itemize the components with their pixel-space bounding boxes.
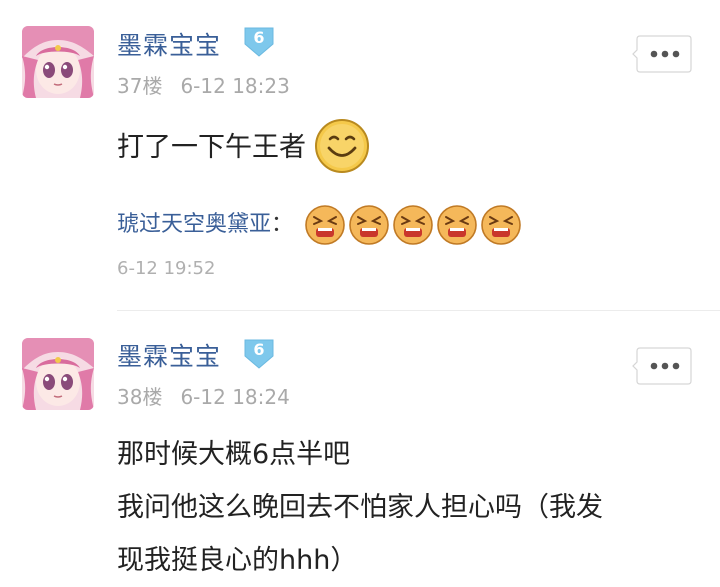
post-meta: 37楼 6-12 18:23 <box>117 70 290 99</box>
username[interactable]: 墨霖宝宝 <box>117 26 221 62</box>
username[interactable]: 墨霖宝宝 <box>117 337 221 373</box>
content-line: 我问他这么晚回去不怕家人担心吗（我发 <box>117 492 603 523</box>
level-badge: 6 <box>242 26 276 57</box>
content-line: 那时候大概6点半吧 <box>117 439 351 470</box>
content-line: 现我挺良心的hhh） <box>117 545 358 576</box>
avatar[interactable] <box>22 26 94 98</box>
post-meta: 38楼 6-12 18:24 <box>117 381 290 410</box>
post-divider <box>117 310 720 311</box>
floor-number: 37楼 <box>117 74 163 98</box>
post-time: 6-12 18:23 <box>180 74 290 98</box>
level-badge: 6 <box>242 338 276 369</box>
more-options-button[interactable] <box>632 34 692 74</box>
content-line: 打了一下午王者 <box>117 132 306 163</box>
post-content: 打了一下午王者 <box>117 118 371 175</box>
reply-author[interactable]: 琥过天空奥黛亚 <box>117 212 271 237</box>
level-number: 6 <box>253 28 265 47</box>
avatar-image <box>22 338 94 410</box>
angry-emoji-icon <box>305 205 522 245</box>
post-content: 那时候大概6点半吧 我问他这么晚回去不怕家人担心吗（我发 现我挺良心的hhh） <box>117 428 603 587</box>
floor-number: 38楼 <box>117 385 163 409</box>
reply-comment: 琥过天空奥黛亚： <box>117 203 524 247</box>
more-icon <box>632 35 692 73</box>
reply-emojis <box>304 205 524 245</box>
smile-emoji-icon <box>314 118 369 173</box>
avatar[interactable] <box>22 338 94 410</box>
reply-time: 6-12 19:52 <box>117 258 216 279</box>
level-number: 6 <box>253 340 265 359</box>
more-icon <box>632 347 692 385</box>
more-options-button[interactable] <box>632 346 692 386</box>
post-time: 6-12 18:24 <box>180 385 290 409</box>
reply-colon: ： <box>271 212 294 237</box>
avatar-image <box>22 26 94 98</box>
